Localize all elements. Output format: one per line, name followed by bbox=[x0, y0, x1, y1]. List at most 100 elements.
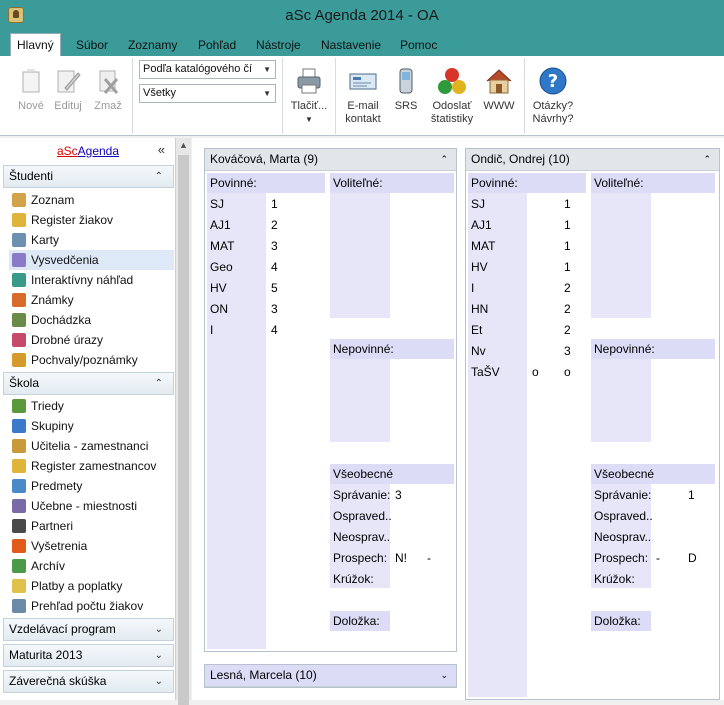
sidebar-item-vy-etrenia[interactable]: Vyšetrenia bbox=[9, 536, 174, 556]
sidebar-item-platby-a-poplatky[interactable]: Platby a poplatky bbox=[9, 576, 174, 596]
sidebar-item-preh-ad-po-tu-iakov[interactable]: Prehľad počtu žiakov bbox=[9, 596, 174, 616]
sidebar-item-label: Archív bbox=[31, 559, 66, 573]
sidebar-item-zoznam[interactable]: Zoznam bbox=[9, 190, 174, 210]
subject-grade: 1 bbox=[564, 218, 571, 232]
ribbon-separator bbox=[335, 58, 336, 134]
sort-combo[interactable]: Podľa katalógového čí ▼ bbox=[139, 60, 276, 79]
vseobecne-header: Všeobecné bbox=[330, 464, 454, 484]
section-studenti[interactable]: Študenti ⌃ bbox=[3, 165, 174, 188]
section-label: Škola bbox=[9, 376, 40, 390]
praise-icon bbox=[12, 353, 26, 367]
sidebar-item-pochvaly-pozn-mky[interactable]: Pochvaly/poznámky bbox=[9, 350, 174, 370]
general-value: 3 bbox=[395, 488, 402, 502]
sidebar-item-register-iakov[interactable]: Register žiakov bbox=[9, 210, 174, 230]
tab-nastroje[interactable]: Nástroje bbox=[250, 34, 307, 56]
scrollbar-thumb[interactable] bbox=[178, 155, 189, 705]
sidebar-item-doch-dzka[interactable]: Dochádzka bbox=[9, 310, 174, 330]
sidebar-item-u-ebne-miestnosti[interactable]: Učebne - miestnosti bbox=[9, 496, 174, 516]
subject-grade: 3 bbox=[271, 302, 278, 316]
student-name: Kováčová, Marta (9) bbox=[210, 152, 319, 166]
title-bar: aSc Agenda 2014 - OA bbox=[0, 0, 724, 32]
printer-icon bbox=[297, 68, 321, 94]
section-vzdelavaci-program[interactable]: Vzdelávací program ⌄ bbox=[3, 618, 174, 641]
tab-subor[interactable]: Súbor bbox=[70, 34, 114, 56]
new-button[interactable]: Nové bbox=[12, 58, 50, 128]
new-button-label: Nové bbox=[18, 100, 44, 112]
send-statistics-button[interactable]: Odoslať štatistiky bbox=[428, 58, 476, 128]
injury-icon bbox=[12, 333, 26, 347]
subject-name: Et bbox=[471, 323, 483, 337]
sidebar-item-register-zamestnancov[interactable]: Register zamestnancov bbox=[9, 456, 174, 476]
statistics-balls-icon bbox=[438, 68, 466, 94]
subject-grade: 2 bbox=[271, 218, 278, 232]
filter-combo[interactable]: Všetky ▼ bbox=[139, 84, 276, 103]
tab-zoznamy[interactable]: Zoznamy bbox=[122, 34, 183, 56]
sidebar-item-label: Učebne - miestnosti bbox=[31, 499, 138, 513]
subject-name: ON bbox=[210, 302, 228, 316]
dolozka-label: Doložka: bbox=[591, 611, 651, 631]
tab-hlavny[interactable]: Hlavný bbox=[10, 33, 61, 56]
general-value bbox=[656, 506, 680, 526]
section-skola[interactable]: Škola ⌃ bbox=[3, 372, 174, 395]
sidebar-item-drobn-razy[interactable]: Drobné úrazy bbox=[9, 330, 174, 350]
general-value-final bbox=[427, 485, 451, 505]
subject-grade-final: o bbox=[564, 365, 571, 379]
attendance-icon bbox=[12, 313, 26, 327]
scroll-up-arrow-icon[interactable]: ▲ bbox=[179, 140, 188, 150]
filter-combo-value: Všetky bbox=[143, 87, 177, 99]
card-header[interactable]: Ondič, Ondrej (10) ⌃ bbox=[466, 149, 719, 171]
volitelne-header: Voliteľné: bbox=[330, 173, 454, 193]
tab-nastavenie[interactable]: Nastavenie bbox=[315, 34, 387, 56]
general-value bbox=[656, 527, 680, 547]
sidebar-scrollbar[interactable]: ▲ bbox=[176, 138, 191, 705]
card-header[interactable]: Kováčová, Marta (9) ⌃ bbox=[205, 149, 456, 171]
print-button-label: Tlačiť... bbox=[290, 100, 328, 112]
sidebar-item-label: Platby a poplatky bbox=[31, 579, 123, 593]
sidebar-item-skupiny[interactable]: Skupiny bbox=[9, 416, 174, 436]
help-button[interactable]: ? Otázky? Návrhy? bbox=[528, 58, 578, 128]
edit-button[interactable]: Edituj bbox=[50, 58, 86, 128]
tab-pomoc[interactable]: Pomoc bbox=[394, 34, 443, 56]
chevron-down-icon[interactable]: ⌄ bbox=[440, 665, 448, 686]
delete-icon bbox=[99, 70, 119, 94]
tab-pohlad[interactable]: Pohľad bbox=[192, 34, 242, 56]
interactive-view-icon bbox=[12, 273, 26, 287]
sidebar-item-label: Známky bbox=[31, 293, 74, 307]
main-content: Kováčová, Marta (9) ⌃ Povinné: Voliteľné: Ne… bbox=[192, 138, 724, 700]
sidebar-item-partneri[interactable]: Partneri bbox=[9, 516, 174, 536]
logo-part-agenda: Agenda bbox=[77, 144, 120, 158]
chevron-down-icon: ▼ bbox=[263, 89, 271, 98]
classroom-icon bbox=[12, 499, 26, 513]
sidebar-item-arch-v[interactable]: Archív bbox=[9, 556, 174, 576]
help-label-1: Otázky? bbox=[532, 100, 574, 112]
chevron-up-icon[interactable]: ⌃ bbox=[703, 149, 711, 170]
card-header[interactable]: Lesná, Marcela (10) ⌄ bbox=[205, 665, 456, 687]
sidebar-item-predmety[interactable]: Predmety bbox=[9, 476, 174, 496]
email-contact-button[interactable]: E-mail kontakt bbox=[340, 58, 386, 128]
sidebar-item-karty[interactable]: Karty bbox=[9, 230, 174, 250]
sidebar-item-interakt-vny-n-h-ad[interactable]: Interaktívny náhľad bbox=[9, 270, 174, 290]
sidebar-item-label: Skupiny bbox=[31, 419, 74, 433]
section-label: Študenti bbox=[9, 169, 54, 183]
chevron-up-icon[interactable]: ⌃ bbox=[440, 149, 448, 170]
sidebar-item-u-itelia-zamestnanci[interactable]: Učitelia - zamestnanci bbox=[9, 436, 174, 456]
sidebar-item-vysved-enia[interactable]: Vysvedčenia bbox=[9, 250, 174, 270]
sidebar-item-label: Predmety bbox=[31, 479, 83, 493]
collapse-sidebar-button[interactable]: « bbox=[158, 142, 165, 157]
student-card-collapsed[interactable]: Lesná, Marcela (10) ⌄ bbox=[204, 664, 457, 688]
sidebar-item-zn-mky[interactable]: Známky bbox=[9, 290, 174, 310]
email-label-2: kontakt bbox=[345, 113, 381, 125]
subject-name: AJ1 bbox=[210, 218, 231, 232]
subject-name: TaŠV bbox=[471, 365, 500, 379]
sidebar-item-label: Vyšetrenia bbox=[31, 539, 88, 553]
section-maturita-2013[interactable]: Maturita 2013 ⌄ bbox=[3, 644, 174, 667]
section-zaverecna-skuska[interactable]: Záverečná skúška ⌄ bbox=[3, 670, 174, 693]
sidebar-item-triedy[interactable]: Triedy bbox=[9, 396, 174, 416]
general-value-final: 1 bbox=[688, 488, 695, 502]
www-button[interactable]: WWW bbox=[480, 58, 518, 128]
delete-button[interactable]: Zmaž bbox=[90, 58, 126, 128]
dolozka-label: Doložka: bbox=[330, 611, 390, 631]
srs-button[interactable]: SRS bbox=[390, 58, 422, 128]
print-button[interactable]: Tlačiť... ▼ bbox=[287, 58, 331, 128]
agenda-logo-link[interactable]: aScAgenda bbox=[0, 138, 176, 164]
